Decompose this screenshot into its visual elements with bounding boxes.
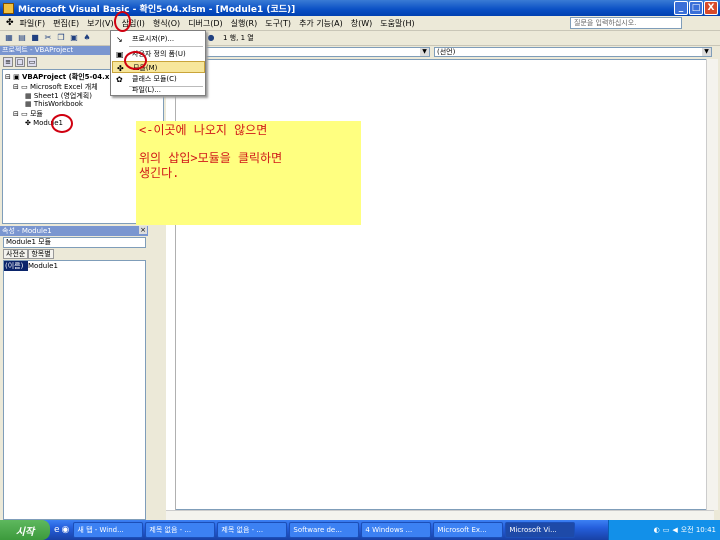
menu-addins[interactable]: 추가 기능(A) <box>295 18 347 29</box>
clock: 오전 10:41 <box>680 526 716 534</box>
title-bar: Microsoft Visual Basic - 확인5-04.xlsm - [… <box>0 0 720 16</box>
vertical-scrollbar[interactable] <box>706 59 718 510</box>
property-key: (이름) <box>4 261 28 271</box>
note-line-3: 생긴다. <box>139 166 180 180</box>
task-button-active[interactable]: Microsoft Vi... <box>505 522 576 538</box>
task-button[interactable]: 새 탭 - Wind... <box>73 522 144 538</box>
menu-window[interactable]: 창(W) <box>347 18 377 29</box>
toggle-folders-icon[interactable]: ▭ <box>27 57 37 67</box>
procedure-select[interactable]: (선언) ▼ <box>434 47 712 57</box>
tree-node-modules[interactable]: ⊟ ▭ 모듈 <box>13 109 43 119</box>
annotation-circle-module1-node <box>51 114 73 133</box>
standard-toolbar: ▦ ▤ ■ ✂ ❐ ▣ ♠ ✱ ● 1 행, 1 열 <box>0 31 720 46</box>
menu-edit[interactable]: 편집(E) <box>49 18 83 29</box>
horizontal-scrollbar[interactable] <box>166 510 714 520</box>
save-icon[interactable]: ■ <box>30 33 40 43</box>
help-search-input[interactable]: 질문을 입력하십시오. <box>570 17 682 29</box>
insert-module-icon[interactable]: ▤ <box>17 33 27 43</box>
find-icon[interactable]: ♠ <box>82 33 92 43</box>
menu-debug[interactable]: 디버그(D) <box>184 18 226 29</box>
vb-menu-icon[interactable]: ✤ <box>6 18 14 28</box>
annotation-circle-insert-menu <box>114 11 131 32</box>
menu-item-file[interactable]: 파일(L)... <box>112 84 205 95</box>
excel-view-icon[interactable]: ▦ <box>4 33 14 43</box>
task-buttons: 새 탭 - Wind... 제목 없음 - ... 제목 없음 - ... So… <box>73 522 576 538</box>
system-tray: ◐ ▭ ◀ 오전 10:41 <box>608 520 720 540</box>
property-row[interactable]: (이름) Module1 <box>4 261 145 271</box>
task-button[interactable]: 4 Windows ... <box>361 522 432 538</box>
volume-icon[interactable]: ◀ <box>672 526 677 534</box>
task-button[interactable]: Software de... <box>289 522 360 538</box>
chevron-down-icon: ▼ <box>702 48 711 56</box>
minimize-button[interactable]: _ <box>674 1 688 15</box>
network-icon[interactable]: ▭ <box>663 526 670 534</box>
close-properties-icon[interactable]: × <box>139 226 147 234</box>
menu-separator <box>129 46 203 47</box>
cut-icon[interactable]: ✂ <box>43 33 53 43</box>
properties-title: 속성 - Module1 × <box>0 226 148 236</box>
menu-tools[interactable]: 도구(T) <box>261 18 295 29</box>
properties-grid: (이름) Module1 <box>3 260 146 520</box>
properties-tabs: 사전순 항목별 <box>3 249 54 259</box>
procedure-icon: ↘ <box>116 35 123 44</box>
tree-node-thisworkbook[interactable]: ▦ ThisWorkbook <box>25 100 83 108</box>
cursor-position: 1 행, 1 열 <box>223 34 254 42</box>
view-object-icon[interactable]: □ <box>15 57 25 67</box>
task-button[interactable]: 제목 없음 - ... <box>145 522 216 538</box>
menu-help[interactable]: 도움말(H) <box>376 18 418 29</box>
maximize-button[interactable]: □ <box>689 1 703 15</box>
taskbar: 시작 e ◉ 새 탭 - Wind... 제목 없음 - ... 제목 없음 -… <box>0 520 720 540</box>
note-line-2: 위의 삽입>모듈을 클릭하면 <box>139 151 283 165</box>
menu-format[interactable]: 형식(O) <box>149 18 184 29</box>
quick-launch: e ◉ <box>50 525 73 535</box>
annotation-circle-module-item <box>124 51 147 70</box>
copy-icon[interactable]: ❐ <box>56 33 66 43</box>
close-button[interactable]: X <box>704 1 718 15</box>
start-button[interactable]: 시작 <box>0 520 50 540</box>
task-button[interactable]: Microsoft Ex... <box>433 522 504 538</box>
menu-view[interactable]: 보기(V) <box>83 18 117 29</box>
help-icon[interactable]: ● <box>206 33 216 43</box>
task-button[interactable]: 제목 없음 - ... <box>217 522 288 538</box>
code-combos: ▼ (선언) ▼ <box>166 46 720 59</box>
tab-categorized[interactable]: 항목별 <box>28 249 54 259</box>
annotation-note: <-이곳에 나오지 않으면 위의 삽입>모듈을 클릭하면 생긴다. <box>136 121 361 225</box>
note-line-1: <-이곳에 나오지 않으면 <box>139 123 268 137</box>
ie-icon[interactable]: e <box>54 525 60 535</box>
menu-item-procedure[interactable]: ↘ 프로시저(P)... <box>112 33 205 45</box>
chevron-down-icon: ▼ <box>420 48 429 56</box>
paste-icon[interactable]: ▣ <box>69 33 79 43</box>
userform-icon: ▣ <box>116 50 124 59</box>
tree-node-vbaproject[interactable]: ⊟ ▣ VBAProject (확인5-04.x <box>5 72 109 82</box>
view-code-icon[interactable]: ≡ <box>3 57 13 67</box>
menu-file[interactable]: 파일(F) <box>16 18 50 29</box>
menu-bar: ✤ 파일(F) 편집(E) 보기(V) 삽입(I) 형식(O) 디버그(D) 실… <box>0 16 720 31</box>
window-title: Microsoft Visual Basic - 확인5-04.xlsm - [… <box>18 4 296 15</box>
tab-alphabetic[interactable]: 사전순 <box>3 249 29 259</box>
menu-run[interactable]: 실행(R) <box>227 18 262 29</box>
tray-icon[interactable]: ◐ <box>654 526 660 534</box>
vba-app-icon <box>3 2 14 14</box>
properties-object-select[interactable]: Module1 모듈 <box>3 237 146 248</box>
chrome-icon[interactable]: ◉ <box>62 525 70 535</box>
property-value[interactable]: Module1 <box>28 261 58 271</box>
